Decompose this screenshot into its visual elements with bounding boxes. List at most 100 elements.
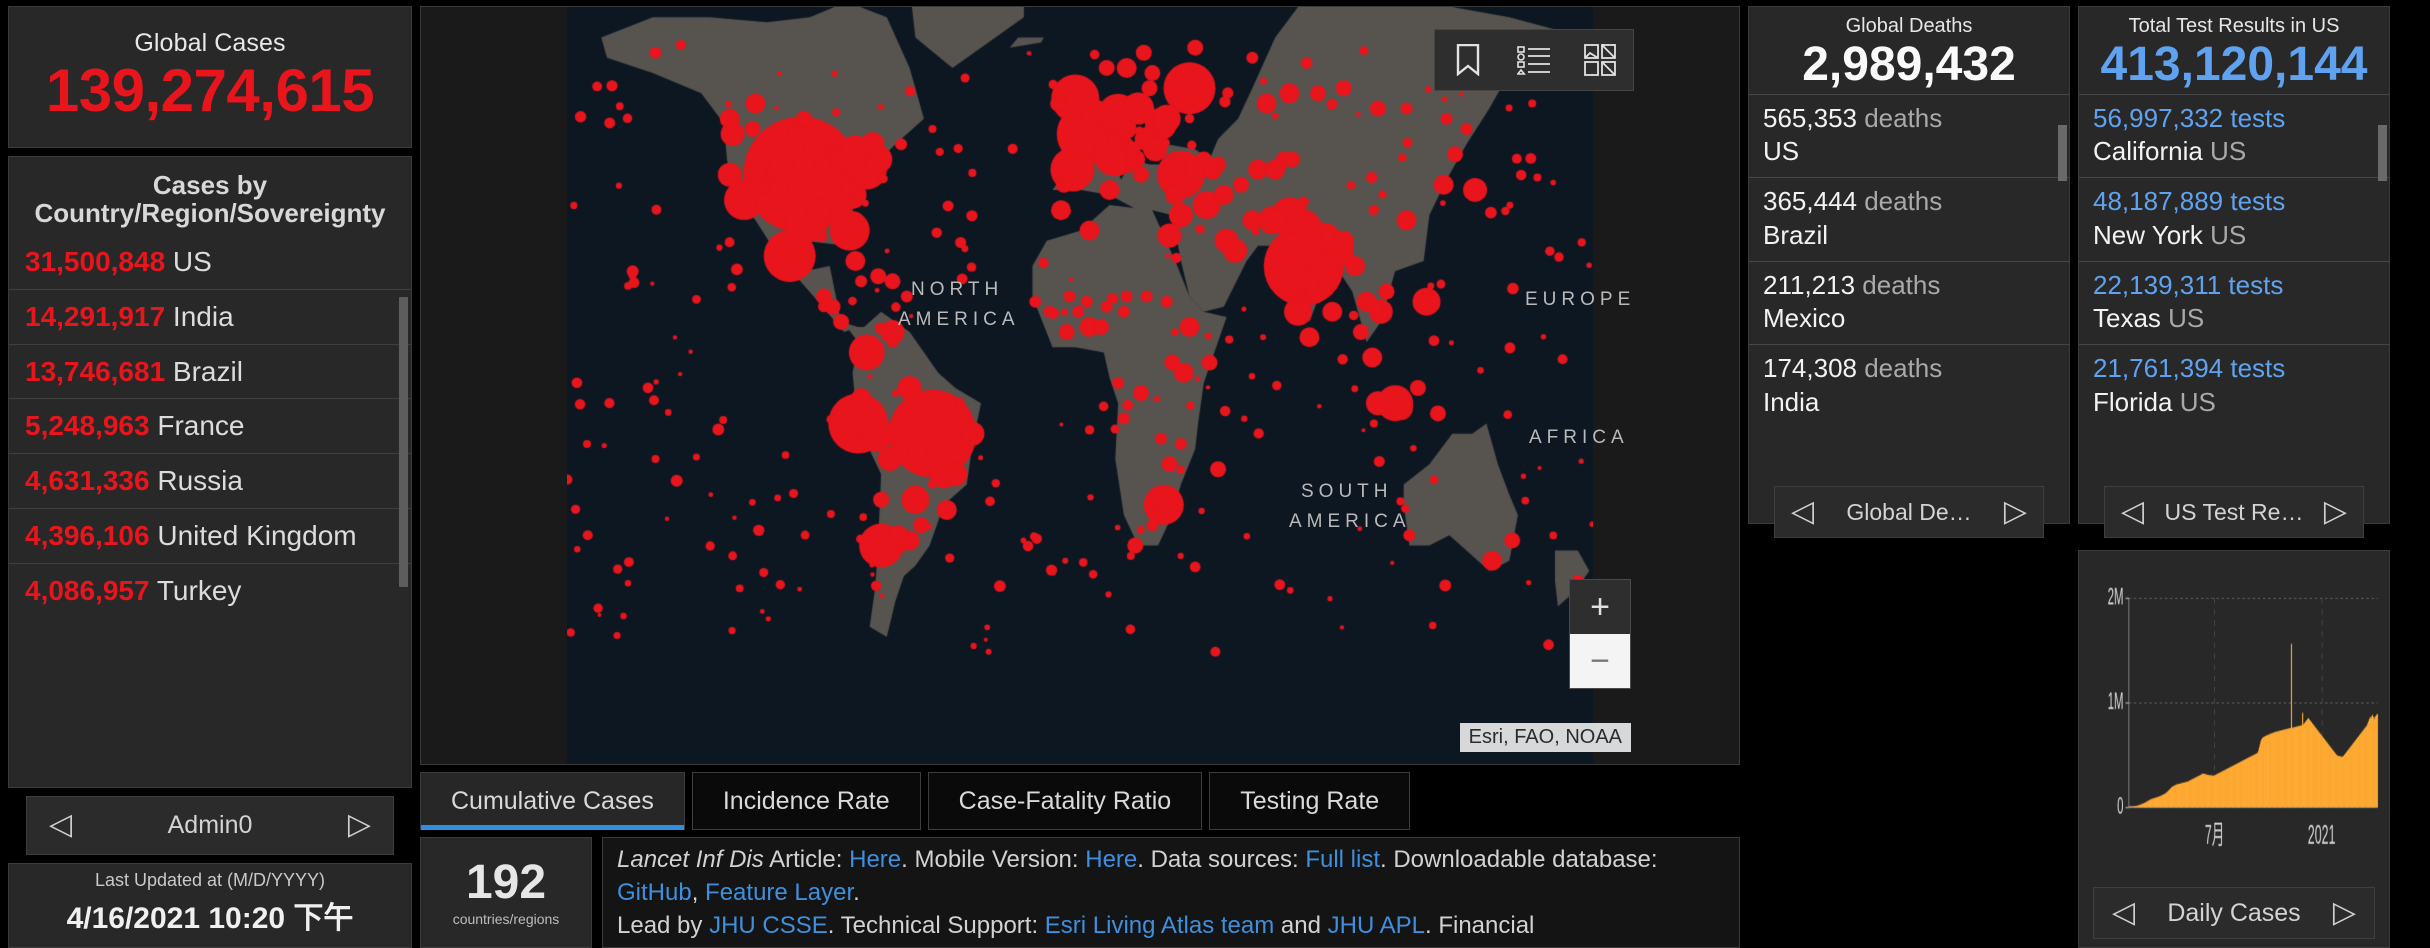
stat-row[interactable]: 48,187,889 tests New York US — [2079, 177, 2389, 261]
stat-row[interactable]: 174,308 deaths India — [1749, 344, 2069, 428]
link-jhu-apl[interactable]: JHU APL — [1328, 912, 1425, 939]
countries-count-caption: countries/regions — [452, 910, 560, 927]
case-value: 4,631,336 — [25, 465, 150, 497]
case-row[interactable]: 4,086,957 Turkey — [9, 562, 411, 618]
global-deaths-column: Global Deaths 2,989,432 565,353 deaths US… — [1748, 6, 2070, 948]
case-country: Russia — [149, 465, 243, 497]
zoom-in-button[interactable]: + — [1570, 580, 1630, 635]
tab-incidence-rate[interactable]: Incidence Rate — [691, 772, 921, 831]
footer-t9: and — [1274, 912, 1328, 940]
daily-cases-chart-panel: ◁ Daily Cases ▷ — [2078, 550, 2390, 948]
stat-unit: deaths — [1856, 102, 1943, 133]
stat-row[interactable]: 21,761,394 tests Florida US — [2079, 344, 2389, 428]
cases-list-scrollbar[interactable] — [399, 296, 408, 587]
stat-value: 174,308 — [1763, 353, 1857, 384]
chevron-left-icon[interactable]: ◁ — [1791, 497, 1814, 527]
stat-place: US — [1763, 136, 1800, 167]
global-cases-kpi: Global Cases 139,274,615 — [8, 6, 412, 148]
us-tests-header: Total Test Results in US 413,120,144 — [2079, 7, 2389, 94]
stat-unit: deaths — [1856, 353, 1943, 384]
cases-by-country-panel: Cases by Country/Region/Sovereignty 31,5… — [8, 155, 412, 788]
countries-count-value: 192 — [465, 855, 547, 909]
case-row[interactable]: 31,500,848 US — [9, 235, 411, 289]
map-zoom-controls[interactable]: + − — [1569, 579, 1631, 690]
footer-t5: , — [691, 879, 706, 907]
stat-unit: tests — [2223, 186, 2286, 217]
stat-row[interactable]: 22,139,311 tests Texas US — [2079, 260, 2389, 345]
covid-dashboard: Global Cases 139,274,615 Cases by Countr… — [0, 0, 2430, 948]
basemap-gallery-icon[interactable] — [1567, 30, 1633, 90]
tab-testing-rate[interactable]: Testing Rate — [1209, 772, 1411, 831]
footer-t7: Lead by — [617, 912, 710, 940]
stat-row[interactable]: 211,213 deaths Mexico — [1749, 260, 2069, 345]
global-deaths-list[interactable]: 565,353 deaths US 365,444 deaths Brazil 211,… — [1749, 93, 2069, 428]
case-value: 13,746,681 — [25, 355, 166, 387]
last-updated-label: Last Updated at (M/D/YYYY) — [94, 870, 326, 891]
tests-list-scrollbar[interactable] — [2378, 125, 2387, 181]
stat-value: 565,353 — [1763, 102, 1857, 133]
daily-cases-canvas — [2079, 551, 2389, 885]
stat-unit: tests — [2221, 269, 2284, 300]
us-tests-pager[interactable]: ◁ US Test Re… ▷ — [2104, 486, 2364, 538]
global-deaths-panel: Global Deaths 2,989,432 565,353 deaths US… — [1748, 6, 2070, 524]
link-here-article[interactable]: Here — [849, 846, 901, 873]
global-deaths-header: Global Deaths 2,989,432 — [1749, 7, 2069, 94]
chevron-left-icon[interactable]: ◁ — [2112, 898, 2135, 928]
chevron-right-icon[interactable]: ▷ — [2333, 898, 2356, 928]
chevron-left-icon[interactable]: ◁ — [2121, 497, 2144, 527]
link-full-list[interactable]: Full list — [1305, 846, 1380, 873]
stat-unit: tests — [2223, 102, 2286, 133]
admin0-pager[interactable]: ◁ Admin0 ▷ — [26, 795, 394, 856]
case-row[interactable]: 5,248,963 France — [9, 398, 411, 453]
case-row[interactable]: 13,746,681 Brazil — [9, 343, 411, 399]
chevron-right-icon[interactable]: ▷ — [2004, 497, 2027, 527]
stat-row[interactable]: 365,444 deaths Brazil — [1749, 177, 2069, 261]
bottom-row: 192 countries/regions Lancet Inf Dis Art… — [420, 837, 1740, 948]
case-country: US — [165, 245, 212, 277]
link-jhu-csse[interactable]: JHU CSSE — [709, 912, 828, 939]
link-here-mobile[interactable]: Here — [1085, 846, 1137, 873]
global-cases-label: Global Cases — [134, 29, 286, 58]
case-value: 31,500,848 — [25, 245, 166, 277]
zoom-out-button[interactable]: − — [1570, 634, 1630, 689]
legend-list-icon[interactable] — [1501, 30, 1567, 90]
footer-line-3: Lead by JHU CSSE. Technical Support: Esr… — [617, 909, 1725, 942]
chevron-right-icon[interactable]: ▷ — [2324, 497, 2347, 527]
footer-t3: . Data sources: — [1137, 846, 1306, 874]
us-tests-list[interactable]: 56,997,332 tests California US 48,187,889 … — [2079, 93, 2389, 428]
cases-by-country-title: Cases by Country/Region/Sovereignty — [34, 169, 386, 228]
case-row[interactable]: 4,396,106 United Kingdom — [9, 507, 411, 563]
case-row[interactable]: 14,291,917 India — [9, 288, 411, 344]
case-country: France — [149, 410, 245, 442]
left-column: Global Cases 139,274,615 Cases by Countr… — [8, 6, 412, 948]
link-github[interactable]: GitHub — [617, 879, 692, 906]
map-layer-tabs[interactable]: Cumulative Cases Incidence Rate Case-Fatal… — [420, 772, 1740, 831]
stat-unit: deaths — [1855, 269, 1941, 300]
stat-row[interactable]: 565,353 deaths US — [1749, 93, 2069, 178]
case-row[interactable]: 4,631,336 Russia — [9, 453, 411, 508]
link-esri-living-atlas[interactable]: Esri Living Atlas team — [1045, 912, 1274, 939]
world-map[interactable]: NORTHAMERICAEUROPEASIAAFRICASOUTHAMERICA… — [420, 6, 1740, 766]
global-deaths-pager[interactable]: ◁ Global De… ▷ — [1774, 486, 2044, 538]
chevron-left-icon[interactable]: ◁ — [49, 810, 72, 840]
tab-case-fatality-ratio[interactable]: Case-Fatality Ratio — [927, 772, 1203, 831]
stat-place-sub: US — [2172, 386, 2216, 417]
us-tests-pager-label: US Test Re… — [2164, 498, 2304, 525]
chevron-right-icon[interactable]: ▷ — [348, 810, 371, 840]
map-left-gutter — [421, 7, 567, 765]
daily-cases-pager[interactable]: ◁ Daily Cases ▷ — [2093, 887, 2375, 939]
deaths-list-scrollbar[interactable] — [2058, 125, 2067, 181]
map-toolbar[interactable] — [1434, 29, 1634, 91]
case-country: Turkey — [149, 574, 242, 606]
cases-by-country-list[interactable]: 31,500,848 US 14,291,917 India 13,746,681 … — [9, 235, 411, 618]
footer-t8: . Technical Support: — [827, 912, 1045, 940]
map-canvas[interactable] — [421, 7, 1739, 765]
tab-cumulative-cases[interactable]: Cumulative Cases — [420, 772, 685, 831]
stat-place: Florida — [2093, 386, 2173, 417]
bookmark-icon[interactable] — [1435, 30, 1501, 90]
last-updated-panel: Last Updated at (M/D/YYYY) 4/16/2021 10:… — [8, 863, 412, 948]
us-tests-value: 413,120,144 — [2100, 38, 2368, 91]
stat-row[interactable]: 56,997,332 tests California US — [2079, 93, 2389, 178]
daily-cases-pager-label: Daily Cases — [2167, 898, 2301, 927]
link-feature-layer[interactable]: Feature Layer — [705, 879, 853, 906]
